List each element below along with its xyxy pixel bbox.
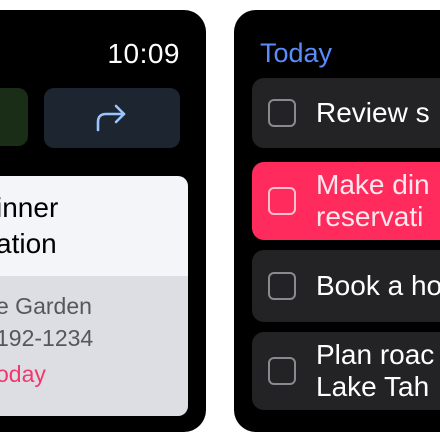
task-label: Make din reservati — [316, 169, 430, 232]
reminders-list-screen: Today Review s Make din reservati Book a… — [234, 10, 440, 432]
reminder-card[interactable]: inner ation e Garden 192-1234 oday — [0, 176, 188, 416]
task-row[interactable]: Review s — [252, 78, 440, 148]
task-label: Review s — [316, 97, 430, 128]
complete-button[interactable] — [0, 88, 28, 146]
reminder-title: inner ation — [0, 192, 59, 259]
reminder-card-details: e Garden 192-1234 oday — [0, 276, 188, 416]
task-label: Book a ho — [316, 270, 440, 301]
task-row[interactable]: Plan roac Lake Tah — [252, 332, 440, 410]
task-row-selected[interactable]: Make din reservati — [252, 162, 440, 240]
clock: 10:09 — [107, 38, 180, 69]
reminder-location: e Garden — [0, 293, 92, 319]
reminder-card-header: inner ation — [0, 176, 188, 276]
task-label: Plan roac Lake Tah — [316, 339, 435, 402]
checkbox-icon[interactable] — [268, 187, 296, 215]
reminder-detail-screen: 10:09 inner ation e Garden 192-1234 oday — [0, 10, 206, 432]
share-arrow-icon — [96, 104, 126, 132]
checkbox-icon[interactable] — [268, 272, 296, 300]
checkbox-icon[interactable] — [268, 357, 296, 385]
list-header-title: Today — [260, 38, 333, 68]
stage: 10:09 inner ation e Garden 192-1234 oday… — [0, 0, 440, 440]
share-button[interactable] — [44, 88, 180, 148]
reminder-due-date: oday — [0, 361, 46, 387]
checkbox-icon[interactable] — [268, 99, 296, 127]
task-row[interactable]: Book a ho — [252, 250, 440, 322]
reminder-phone[interactable]: 192-1234 — [0, 322, 188, 354]
